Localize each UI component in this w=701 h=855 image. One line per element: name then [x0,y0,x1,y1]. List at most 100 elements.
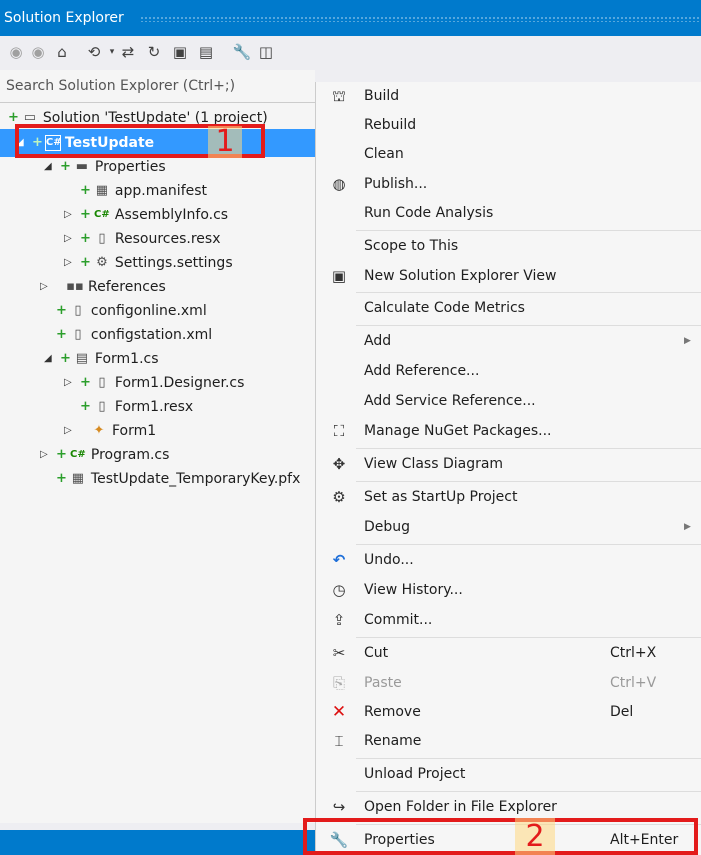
callout-number-2: 2 [515,818,555,855]
menu-label: Commit... [364,612,433,628]
collapse-icon[interactable]: ▷ [64,371,76,395]
submenu-arrow-icon: ▶ [684,522,691,532]
tree-item-form1-resx[interactable]: + ▯ Form1.resx [80,395,193,419]
show-all-files-icon[interactable]: ▤ [196,42,216,62]
collapse-all-icon[interactable]: ▣ [170,42,190,62]
menu-item-add-service-reference[interactable]: Add Service Reference... [316,387,701,415]
menu-separator [356,758,701,759]
menu-item-set-startup[interactable]: ⚙ Set as StartUp Project [316,483,701,511]
tree-item-form1-class[interactable]: ▷ ✦ Form1 [64,419,156,443]
tree-label: app.manifest [114,183,208,199]
menu-label: Publish... [364,176,428,192]
menu-item-open-folder[interactable]: ↪ Open Folder in File Explorer [316,793,701,821]
menu-label: Rebuild [364,117,417,133]
tree-item-properties[interactable]: ◢ + ▬ Properties [44,155,166,179]
history-clock-icon: ◷ [332,581,346,599]
properties-wrench-icon[interactable]: 🔧 [232,42,252,62]
build-icon: ⛫ [332,87,346,105]
menu-item-new-view[interactable]: ▣ New Solution Explorer View [316,262,701,290]
form-icon: ▤ [75,351,89,366]
pending-add-icon: + [80,183,91,198]
menu-shortcut: Ctrl+X [610,645,657,661]
collapse-icon[interactable]: ▷ [64,203,76,227]
menu-item-scope-to-this[interactable]: Scope to This [316,232,701,260]
tree-item-program[interactable]: ▷ + C# Program.cs [40,443,169,467]
forward-icon[interactable]: ◉ [28,42,48,62]
callout-box-2 [303,818,698,855]
menu-item-cut[interactable]: ✂ Cut Ctrl+X [316,639,701,667]
menu-label: Paste [364,675,402,691]
tree-item-form1-designer[interactable]: ▷ + ▯ Form1.Designer.cs [64,371,244,395]
references-icon: ▪▪ [66,279,84,294]
pending-add-icon: + [80,207,91,222]
menu-item-rebuild[interactable]: Rebuild [316,111,701,139]
title-bar: Solution Explorer [0,0,701,36]
preview-icon[interactable]: ◫ [256,42,276,62]
settings-gear-icon: ⚙ [96,255,108,270]
menu-item-add-reference[interactable]: Add Reference... [316,357,701,385]
tree-item-references[interactable]: ▷ ▪▪ References [40,275,166,299]
menu-item-publish[interactable]: ◍ Publish... [316,170,701,198]
menu-item-add[interactable]: Add ▶ [316,327,701,355]
menu-item-run-code-analysis[interactable]: Run Code Analysis [316,199,701,227]
back-icon[interactable]: ◉ [6,42,26,62]
menu-label: Remove [364,704,421,720]
menu-item-calc-metrics[interactable]: Calculate Code Metrics [316,294,701,322]
menu-item-debug[interactable]: Debug ▶ [316,513,701,541]
context-menu: ⛫ Build Rebuild Clean ◍ Publish... Run Cod… [315,82,701,855]
menu-label: Unload Project [364,766,466,782]
search-input[interactable]: Search Solution Explorer (Ctrl+;) [6,78,235,94]
tree-item-resources[interactable]: ▷ + ▯ Resources.resx [64,227,221,251]
tree-item-assemblyinfo[interactable]: ▷ + C# AssemblyInfo.cs [64,203,228,227]
manifest-icon: ▦ [95,183,109,198]
tree-item-settings[interactable]: ▷ + ⚙ Settings.settings [64,251,233,275]
menu-label: Debug [364,519,411,535]
menu-item-remove[interactable]: ✕ Remove Del [316,698,701,726]
collapse-icon[interactable]: ▷ [40,443,52,467]
toolbar: ◉ ◉ ⌂ ⟲ ▾ ⇄ ↻ ▣ ▤ 🔧 ◫ [0,36,701,70]
collapse-icon[interactable]: ▷ [64,251,76,275]
menu-separator [356,325,701,326]
menu-item-unload-project[interactable]: Unload Project [316,760,701,788]
collapse-icon[interactable]: ▷ [64,227,76,251]
title-grip [140,16,701,22]
remove-x-icon: ✕ [331,702,347,722]
callout-number-1: 1 [208,126,242,158]
submenu-arrow-icon: ▶ [684,336,691,346]
tree-item-configstation[interactable]: + ▯ configstation.xml [56,323,212,347]
tree-item-configonline[interactable]: + ▯ configonline.xml [56,299,207,323]
menu-item-commit[interactable]: ⇪ Commit... [316,606,701,634]
gear-icon: ⚙ [332,488,346,506]
menu-shortcut: Ctrl+V [610,675,657,691]
pending-add-icon: + [56,327,67,342]
home-icon[interactable]: ⌂ [52,42,72,62]
menu-item-undo[interactable]: ↶ Undo... [316,546,701,574]
refresh-icon[interactable]: ↻ [144,42,164,62]
window-title: Solution Explorer [4,10,124,26]
search-box[interactable]: Search Solution Explorer (Ctrl+;) [0,70,315,103]
menu-item-manage-nuget[interactable]: ⛶ Manage NuGet Packages... [316,417,701,445]
expand-icon[interactable]: ◢ [44,347,56,371]
menu-item-view-history[interactable]: ◷ View History... [316,576,701,604]
pending-add-icon: + [80,255,91,270]
tree-label: AssemblyInfo.cs [114,207,229,223]
menu-label: Build [364,88,400,104]
menu-item-view-class-diagram[interactable]: ✥ View Class Diagram [316,450,701,478]
certificate-icon: ▦ [71,471,85,486]
menu-item-build[interactable]: ⛫ Build [316,82,701,110]
menu-label: Rename [364,733,422,749]
collapse-icon[interactable]: ▷ [64,419,76,443]
tree-item-app-manifest[interactable]: + ▦ app.manifest [80,179,207,203]
collapse-icon[interactable]: ▷ [40,275,52,299]
menu-separator [356,292,701,293]
menu-item-rename[interactable]: ⌶ Rename [316,727,701,755]
menu-separator [356,637,701,638]
tree-label: Properties [94,159,166,175]
history-icon[interactable]: ⟲ [84,42,104,62]
tree-item-form1[interactable]: ◢ + ▤ Form1.cs [44,347,159,371]
menu-item-clean[interactable]: Clean [316,140,701,168]
expand-icon[interactable]: ◢ [44,155,56,179]
sync-icon[interactable]: ⇄ [118,42,138,62]
open-folder-arrow-icon: ↪ [332,798,346,816]
tree-item-pfx[interactable]: + ▦ TestUpdate_TemporaryKey.pfx [56,467,300,491]
